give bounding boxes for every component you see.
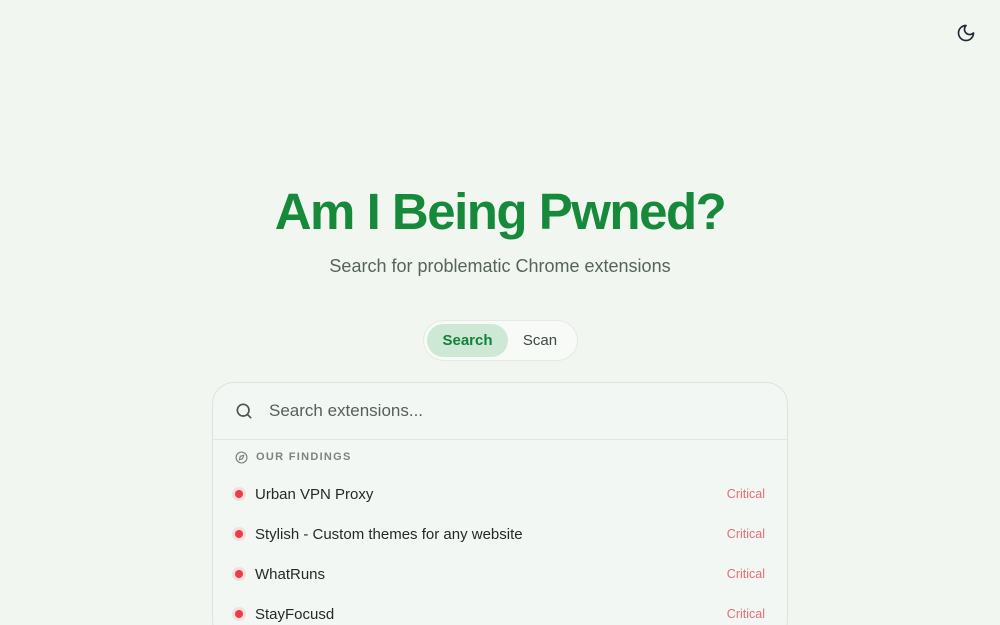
- critical-dot-icon: [235, 530, 243, 538]
- page-subtitle: Search for problematic Chrome extensions: [329, 256, 671, 276]
- severity-badge: Critical: [726, 487, 765, 501]
- mode-toggle: Search Scan: [423, 320, 578, 361]
- extension-name: Urban VPN Proxy: [255, 485, 374, 503]
- search-icon: [234, 401, 254, 421]
- compass-icon: [235, 450, 248, 464]
- search-bar: [213, 383, 787, 440]
- tab-scan[interactable]: Scan: [508, 324, 572, 357]
- page-title: Am I Being Pwned?: [274, 183, 727, 240]
- list-item[interactable]: Urban VPN Proxy Critical: [213, 474, 787, 514]
- findings-header: OUR FINDINGS: [213, 440, 787, 474]
- extension-name: Stylish - Custom themes for any website: [255, 525, 523, 543]
- list-item[interactable]: StayFocusd Critical: [213, 594, 787, 625]
- extension-name: StayFocusd: [255, 605, 335, 623]
- critical-dot-icon: [235, 610, 243, 618]
- critical-dot-icon: [235, 570, 243, 578]
- theme-toggle-button[interactable]: [954, 22, 978, 46]
- severity-badge: Critical: [726, 567, 765, 581]
- extension-name: WhatRuns: [255, 565, 326, 583]
- severity-badge: Critical: [726, 607, 765, 621]
- moon-icon: [956, 23, 976, 46]
- search-card: OUR FINDINGS Urban VPN Proxy Critical St…: [212, 382, 788, 625]
- findings-label: OUR FINDINGS: [256, 451, 352, 463]
- list-item[interactable]: Stylish - Custom themes for any website …: [213, 514, 787, 554]
- findings-list: Urban VPN Proxy Critical Stylish - Custo…: [213, 474, 787, 625]
- critical-dot-icon: [235, 490, 243, 498]
- list-item[interactable]: WhatRuns Critical: [213, 554, 787, 594]
- tab-search[interactable]: Search: [427, 324, 508, 357]
- search-input[interactable]: [269, 401, 749, 421]
- severity-badge: Critical: [726, 527, 765, 541]
